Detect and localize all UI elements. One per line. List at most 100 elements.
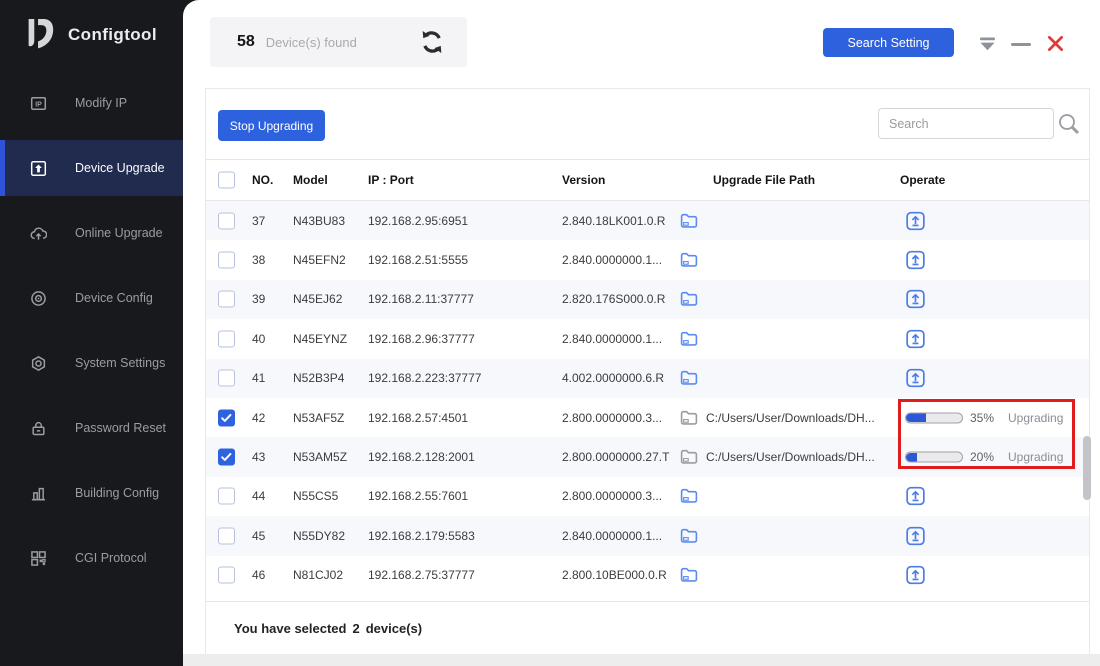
row-checkbox[interactable] — [218, 448, 235, 466]
bottom-strip — [183, 654, 1100, 666]
cell-model: N45EYNZ — [293, 331, 348, 346]
cell-ip-port: 192.168.2.51:5555 — [368, 253, 469, 268]
cell-no: 39 — [252, 292, 266, 307]
cell-ip-port: 192.168.2.128:2001 — [368, 450, 475, 465]
browse-folder-icon[interactable] — [680, 449, 698, 465]
row-checkbox[interactable] — [218, 251, 235, 269]
upload-operate-icon[interactable] — [906, 566, 925, 585]
browse-folder-icon[interactable] — [680, 528, 698, 544]
upload-operate-icon[interactable] — [906, 487, 925, 506]
cell-no: 38 — [252, 253, 266, 268]
cell-no: 44 — [252, 489, 266, 504]
sidebar-item-label: Building Config — [75, 486, 160, 500]
sidebar-item-system-settings[interactable]: System Settings — [0, 335, 183, 391]
cell-model: N43BU83 — [293, 213, 346, 228]
row-checkbox[interactable] — [218, 290, 235, 308]
sidebar-item-modify-ip[interactable]: IP Modify IP — [0, 75, 183, 131]
sidebar-item-device-config[interactable]: Device Config — [0, 270, 183, 326]
sidebar-item-password-reset[interactable]: Password Reset — [0, 400, 183, 456]
browse-folder-icon[interactable] — [680, 252, 698, 268]
browse-folder-icon[interactable] — [680, 370, 698, 386]
cell-version: 2.840.0000000.1... — [562, 331, 663, 346]
table-row: 40 N45EYNZ 192.168.2.96:37777 2.840.0000000… — [206, 319, 1089, 359]
row-checkbox[interactable] — [218, 566, 235, 584]
cell-model: N55DY82 — [293, 528, 346, 543]
main-panel: 58 Device(s) found Search Setting Stop U… — [183, 0, 1100, 666]
browse-folder-icon[interactable] — [680, 567, 698, 583]
select-all-checkbox[interactable] — [218, 171, 235, 189]
cell-ip-port: 192.168.2.223:37777 — [368, 371, 482, 386]
cell-no: 45 — [252, 528, 266, 543]
app-logo: Configtool — [22, 16, 157, 54]
col-header-no: NO. — [252, 173, 274, 187]
row-checkbox[interactable] — [218, 330, 235, 348]
cell-version: 2.840.0000000.1... — [562, 253, 663, 268]
sidebar-item-building-config[interactable]: Building Config — [0, 465, 183, 521]
stop-upgrading-button[interactable]: Stop Upgrading — [218, 110, 325, 141]
password-reset-icon — [30, 420, 47, 437]
device-upgrade-icon — [30, 160, 47, 177]
sidebar-item-device-upgrade[interactable]: Device Upgrade — [0, 140, 183, 196]
vertical-scrollbar[interactable] — [1083, 436, 1091, 500]
device-config-icon — [30, 290, 47, 307]
table-row: 45 N55DY82 192.168.2.179:5583 2.840.0000000… — [206, 516, 1089, 556]
sidebar-item-cgi-protocol[interactable]: CGI Protocol — [0, 530, 183, 586]
browse-folder-icon[interactable] — [680, 331, 698, 347]
upload-operate-icon[interactable] — [906, 329, 925, 349]
table-footer: You have selected 2 device(s) — [206, 601, 1089, 654]
cell-no: 37 — [252, 213, 266, 228]
table-row: 46 N81CJ02 192.168.2.75:37777 2.800.10BE000… — [206, 555, 1089, 595]
row-checkbox[interactable] — [218, 369, 235, 387]
upload-operate-icon[interactable] — [906, 211, 925, 230]
upload-operate-icon[interactable] — [906, 290, 925, 309]
browse-folder-icon[interactable] — [680, 291, 698, 307]
cell-ip-port: 192.168.2.95:6951 — [368, 213, 469, 228]
minimize-icon[interactable] — [1011, 43, 1031, 46]
search-setting-button[interactable]: Search Setting — [823, 28, 954, 57]
cell-version: 2.840.0000000.1... — [562, 528, 663, 543]
sidebar-item-label: Modify IP — [75, 96, 128, 110]
upload-operate-icon[interactable] — [906, 526, 925, 545]
cell-version: 2.800.0000000.27.T — [562, 450, 670, 465]
selected-suffix: device(s) — [365, 620, 423, 636]
upload-operate-icon[interactable] — [906, 369, 925, 388]
table-row: 41 N52B3P4 192.168.2.223:37777 4.002.000000… — [206, 358, 1089, 398]
cgi-protocol-icon — [30, 550, 47, 567]
caret-down-icon[interactable] — [978, 37, 997, 51]
cell-version: 2.800.0000000.3... — [562, 489, 663, 504]
refresh-icon[interactable] — [419, 29, 445, 55]
row-checkbox[interactable] — [218, 409, 235, 427]
col-header-operate: Operate — [900, 173, 946, 187]
search-input[interactable] — [878, 108, 1054, 139]
row-checkbox[interactable] — [218, 212, 235, 230]
close-icon[interactable] — [1046, 34, 1065, 53]
app-title: Configtool — [68, 25, 157, 44]
sidebar-item-online-upgrade[interactable]: Online Upgrade — [0, 205, 183, 261]
table-row: 44 N55CS5 192.168.2.55:7601 2.800.0000000.3… — [206, 476, 1089, 517]
cell-ip-port: 192.168.2.11:37777 — [368, 292, 474, 307]
cell-model: N55CS5 — [293, 489, 339, 504]
row-checkbox[interactable] — [218, 487, 235, 505]
browse-folder-icon[interactable] — [680, 213, 698, 229]
cell-ip-port: 192.168.2.75:37777 — [368, 568, 475, 583]
upload-operate-icon[interactable] — [906, 250, 925, 270]
device-upgrade-card: Stop Upgrading NO. Model IP : Port Versi… — [205, 88, 1091, 654]
magnifier-icon[interactable] — [1057, 112, 1081, 136]
sidebar-menu: IP Modify IP Device Upgrade Online Upgrade D… — [0, 75, 183, 595]
cell-no: 40 — [252, 331, 266, 346]
browse-folder-icon[interactable] — [680, 410, 698, 426]
table-row: 42 N53AF5Z 192.168.2.57:4501 2.800.0000000.… — [206, 397, 1089, 438]
row-checkbox[interactable] — [218, 527, 235, 545]
cell-upgrade-file-path: C:/Users/User/Downloads/DH... — [706, 410, 875, 425]
browse-folder-icon[interactable] — [680, 488, 698, 504]
device-count-label: Device(s) found — [265, 34, 357, 50]
cell-ip-port: 192.168.2.96:37777 — [368, 331, 475, 346]
cell-upgrade-file-path: C:/Users/User/Downloads/DH... — [706, 450, 875, 465]
building-config-icon — [30, 485, 47, 502]
cell-model: N53AF5Z — [293, 410, 345, 425]
table-row: 43 N53AM5Z 192.168.2.128:2001 2.800.0000000… — [206, 437, 1089, 477]
cell-version: 4.002.0000000.6.R — [562, 371, 665, 386]
devices-found-box: 58 Device(s) found — [210, 17, 467, 67]
cell-model: N45EJ62 — [293, 292, 343, 307]
progress-percent: 35% — [970, 410, 995, 425]
